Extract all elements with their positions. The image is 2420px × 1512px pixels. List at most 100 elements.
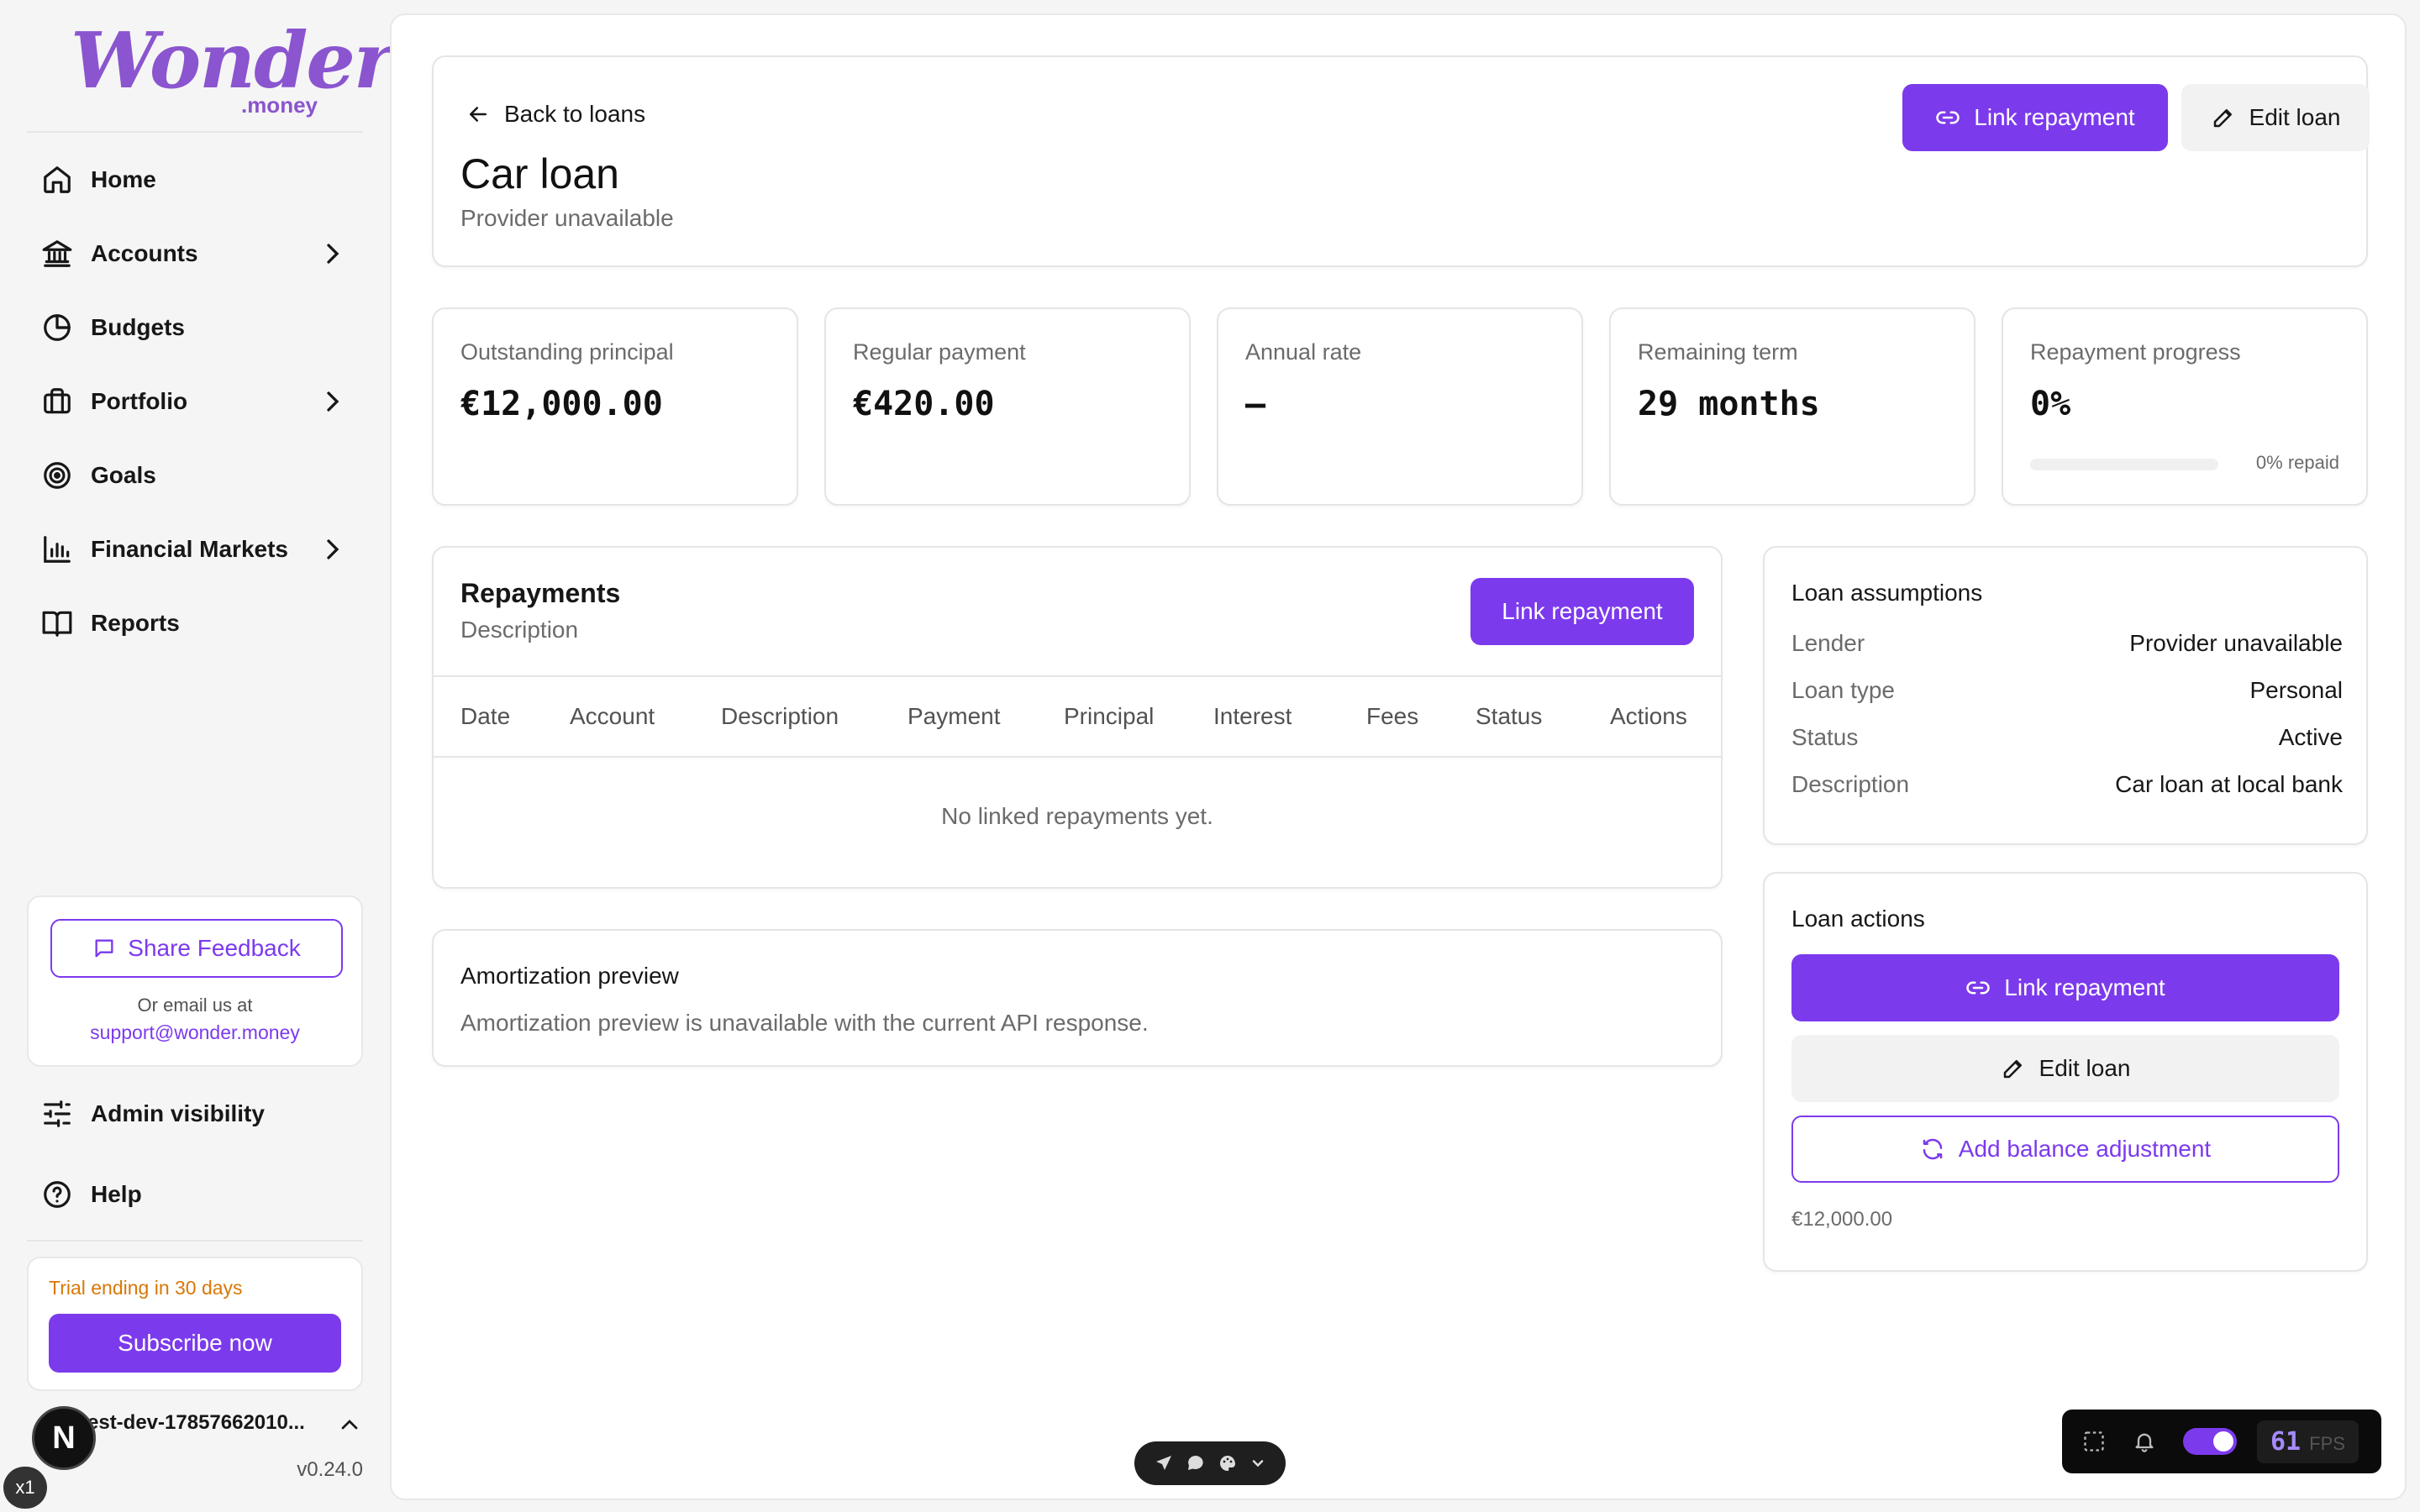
help-icon [40, 1178, 74, 1211]
trial-status-text: Trial ending in 30 days [49, 1277, 243, 1299]
column-header-fees[interactable]: Fees [1366, 703, 1418, 730]
stat-value: €12,000.00 [460, 385, 663, 423]
assumption-key: Loan type [1791, 677, 1895, 703]
feedback-note: Or email us at [137, 995, 253, 1016]
stat-value: 0% [2030, 385, 2071, 423]
column-header-account[interactable]: Account [570, 703, 655, 730]
chevron-right-icon[interactable] [316, 533, 350, 566]
link-repayment-label: Link repayment [2004, 974, 2165, 1000]
assumption-value: Provider unavailable [2129, 630, 2343, 656]
stat-remaining-term: Remaining term 29 months [1609, 307, 1975, 506]
subscribe-button[interactable]: Subscribe now [49, 1314, 341, 1373]
repayments-card: Repayments Description Link repayment Da… [432, 546, 1723, 889]
repayments-empty-state: No linked repayments yet. [941, 803, 1213, 829]
bank-icon [40, 237, 74, 270]
pencil-icon [2003, 1060, 2022, 1079]
add-balance-adjustment-label: Add balance adjustment [1958, 1136, 2212, 1162]
brand-logo-suffix: .money [240, 92, 318, 118]
actions-edit-loan-button[interactable]: Edit loan [1791, 1035, 2339, 1102]
pencil-icon [2213, 109, 2232, 128]
assumption-value: Car loan at local bank [2115, 771, 2343, 797]
chevron-up-icon [341, 1420, 358, 1430]
share-feedback-label: Share Feedback [128, 935, 301, 961]
stat-repayment-progress: Repayment progress 0% 0% repaid [2002, 307, 2368, 506]
stat-label: Repayment progress [2030, 339, 2241, 365]
column-header-status[interactable]: Status [1476, 703, 1542, 730]
bell-icon[interactable] [2133, 1430, 2156, 1453]
add-balance-adjustment-button[interactable]: Add balance adjustment [1791, 1116, 2339, 1183]
brand-logo[interactable]: Wonder .money [71, 15, 394, 123]
arrow-left-icon [470, 107, 487, 122]
stat-label: Outstanding principal [460, 339, 674, 365]
sidebar-item-home[interactable]: Home [27, 143, 363, 217]
sidebar-item-goals[interactable]: Goals [27, 438, 363, 512]
column-header-description[interactable]: Description [721, 703, 839, 730]
loan-assumptions-title: Loan assumptions [1791, 580, 1983, 606]
edit-loan-label: Edit loan [2039, 1055, 2131, 1081]
feedback-card: Share Feedback Or email us at support@wo… [27, 895, 363, 1067]
link-icon [1966, 981, 1991, 995]
repayment-progress-note: 0% repaid [2255, 452, 2339, 473]
link-repayment-label: Link repayment [1974, 104, 2135, 130]
loan-actions-title: Loan actions [1791, 906, 1925, 932]
book-icon [40, 606, 74, 640]
sliders-icon [40, 1097, 74, 1131]
palette-icon[interactable] [1218, 1453, 1238, 1473]
back-to-loans-link[interactable]: Back to loans [466, 101, 645, 128]
edit-loan-button[interactable]: Edit loan [2181, 84, 2370, 151]
comment-icon[interactable] [1186, 1453, 1206, 1473]
column-header-principal[interactable]: Principal [1064, 703, 1154, 730]
share-feedback-button[interactable]: Share Feedback [50, 919, 343, 978]
bar-chart-icon [40, 533, 74, 566]
stat-label: Remaining term [1638, 339, 1798, 365]
repayments-subtitle: Description [460, 617, 579, 643]
support-email-link[interactable]: support@wonder.money [29, 1021, 361, 1044]
sidebar-item-label: Home [91, 166, 156, 192]
stat-label: Regular payment [853, 339, 1026, 365]
sidebar-item-label: Reports [91, 610, 180, 636]
sidebar-item-label: Financial Markets [91, 536, 288, 562]
assumption-value: Active [2278, 724, 2343, 750]
fps-value: 61 [2270, 1426, 2302, 1457]
send-icon[interactable] [1154, 1453, 1174, 1473]
home-icon [40, 163, 74, 197]
floating-toolbar [1134, 1441, 1286, 1485]
fps-label: FPS [2309, 1432, 2345, 1454]
sidebar-item-label: Accounts [91, 240, 198, 266]
target-icon [40, 459, 74, 492]
chevron-down-icon[interactable] [1249, 1455, 1266, 1472]
column-header-actions[interactable]: Actions [1610, 703, 1687, 730]
loan-actions-card: Loan actions Link repayment Edit loan Ad… [1763, 872, 2368, 1272]
stat-regular-payment: Regular payment €420.00 [824, 307, 1191, 506]
stat-value: 29 months [1638, 385, 1820, 423]
link-repayment-button[interactable]: Link repayment [1902, 84, 2168, 151]
back-to-loans-label: Back to loans [504, 101, 646, 127]
sidebar-item-label: Goals [91, 462, 156, 488]
sidebar-item-accounts[interactable]: Accounts [27, 217, 363, 291]
stat-value: €420.00 [853, 385, 995, 423]
chevron-right-icon[interactable] [316, 385, 350, 418]
sidebar-item-help[interactable]: Help [27, 1158, 363, 1231]
column-header-interest[interactable]: Interest [1213, 703, 1292, 730]
column-header-payment[interactable]: Payment [908, 703, 1001, 730]
sidebar-item-reports[interactable]: Reports [27, 586, 363, 660]
page-subtitle: Provider unavailable [460, 205, 674, 231]
assumption-key: Status [1791, 724, 1859, 750]
sidebar-item-budgets[interactable]: Budgets [27, 291, 363, 365]
amortization-text: Amortization preview is unavailable with… [460, 1010, 1149, 1036]
column-header-date[interactable]: Date [460, 703, 510, 730]
perf-toggle[interactable] [2183, 1428, 2237, 1455]
repayments-link-button[interactable]: Link repayment [1470, 578, 1694, 645]
sidebar-item-financial-markets[interactable]: Financial Markets [27, 512, 363, 586]
assumption-key: Description [1791, 771, 1910, 797]
briefcase-icon [40, 385, 74, 418]
user-name: test-dev-17857662010... [81, 1411, 305, 1434]
selection-icon[interactable] [2082, 1430, 2106, 1453]
sidebar-item-portfolio[interactable]: Portfolio [27, 365, 363, 438]
dev-tools-badge[interactable]: N [32, 1406, 96, 1470]
assumption-key: Lender [1791, 630, 1865, 656]
brand-logo-word: Wonder [71, 15, 394, 106]
sidebar-item-admin-visibility[interactable]: Admin visibility [27, 1077, 363, 1151]
actions-link-repayment-button[interactable]: Link repayment [1791, 954, 2339, 1021]
chevron-right-icon[interactable] [316, 237, 350, 270]
